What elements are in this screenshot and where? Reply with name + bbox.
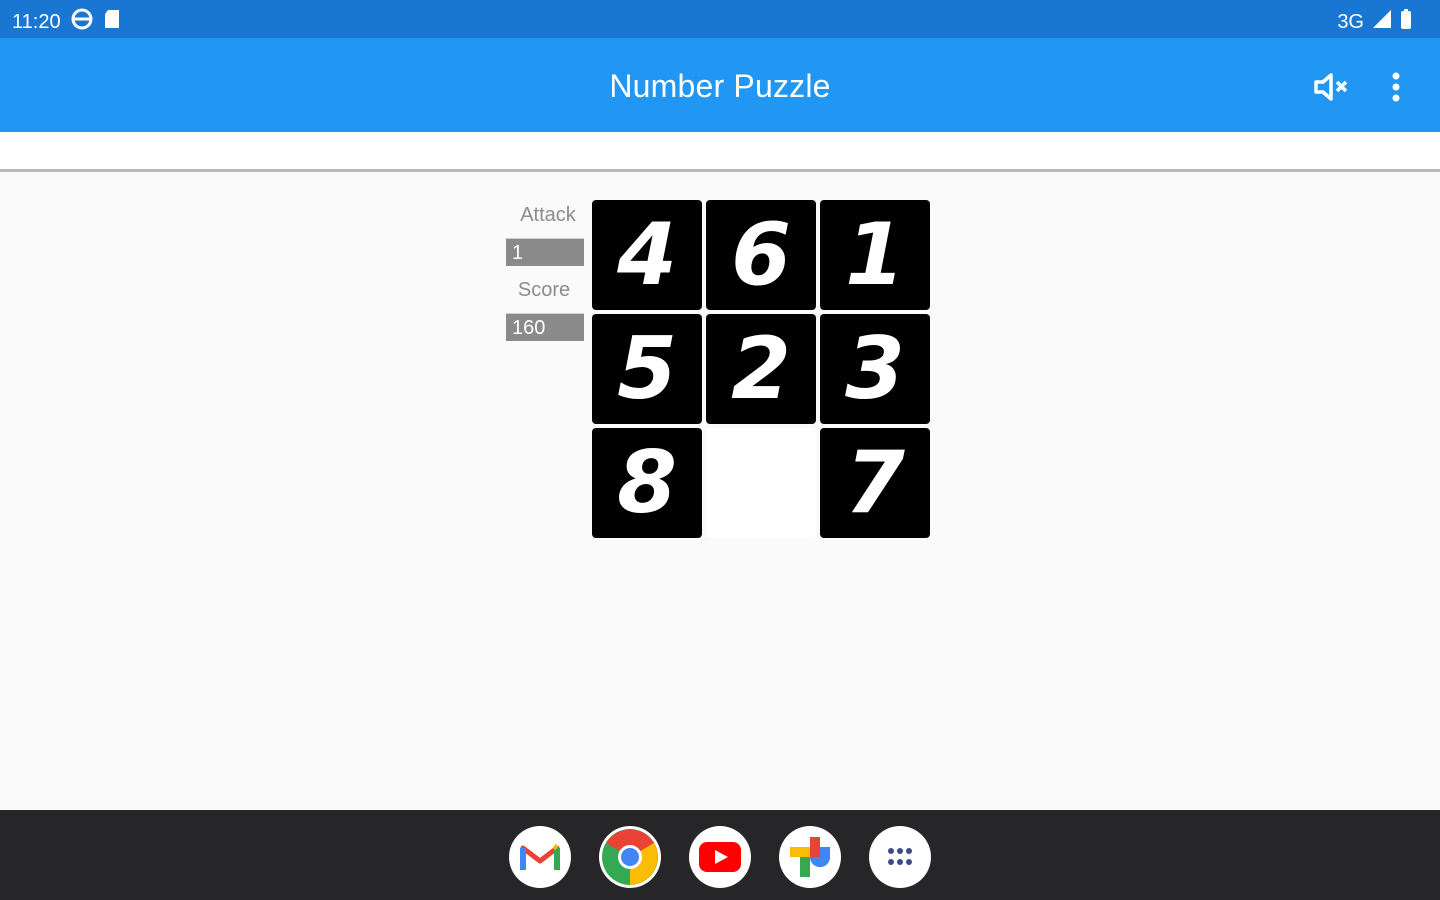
volume-off-icon[interactable] xyxy=(1312,70,1352,104)
puzzle-board: 4 6 1 5 2 3 8 7 xyxy=(592,200,934,542)
vpn-icon xyxy=(71,8,93,36)
divider xyxy=(0,169,1440,172)
photos-icon[interactable] xyxy=(779,826,841,888)
battery-icon xyxy=(1400,8,1412,36)
tile-9[interactable]: 7 xyxy=(820,428,930,538)
app-bar: Number Puzzle xyxy=(0,38,1440,132)
signal-icon xyxy=(1372,9,1392,35)
gmail-icon[interactable] xyxy=(509,826,571,888)
score-value: 160 xyxy=(506,313,584,341)
tile-6[interactable]: 3 xyxy=(820,314,930,424)
chrome-icon[interactable] xyxy=(599,826,661,888)
tile-7[interactable]: 8 xyxy=(592,428,702,538)
app-drawer-icon[interactable] xyxy=(869,826,931,888)
status-time: 11:20 xyxy=(12,10,61,33)
status-bar: 11:20 3G xyxy=(0,0,1440,38)
taskbar-dock xyxy=(0,810,1440,900)
more-vert-icon[interactable] xyxy=(1382,68,1410,108)
tile-4[interactable]: 5 xyxy=(592,314,702,424)
top-strip xyxy=(0,132,1440,170)
attack-label: Attack xyxy=(520,204,576,226)
network-type: 3G xyxy=(1337,10,1364,33)
attack-value: 1 xyxy=(506,238,584,266)
score-label: Score xyxy=(517,279,571,301)
tile-1[interactable]: 4 xyxy=(592,200,702,310)
empty-slot xyxy=(706,428,816,538)
youtube-icon[interactable] xyxy=(689,826,751,888)
tile-5[interactable]: 2 xyxy=(706,314,816,424)
tile-2[interactable]: 6 xyxy=(706,200,816,310)
sd-card-icon xyxy=(103,8,121,36)
page-title: Number Puzzle xyxy=(609,68,831,104)
tile-3[interactable]: 1 xyxy=(820,200,930,310)
